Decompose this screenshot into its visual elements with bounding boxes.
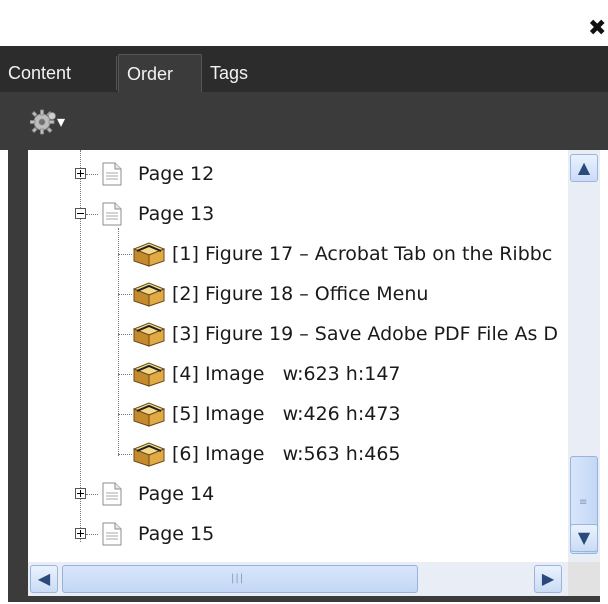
vertical-scrollbar[interactable]: ▲ ≡ ▼ <box>568 150 600 562</box>
tree-item-page[interactable]: Page 13 <box>138 194 214 234</box>
tree-connector <box>118 334 132 335</box>
tree-connector <box>86 214 98 215</box>
expand-toggle[interactable] <box>75 528 86 539</box>
chevron-down-icon: ▼ <box>577 528 591 547</box>
tab-bar: Content Order Tags <box>0 46 608 92</box>
tree-connector <box>118 294 132 295</box>
scroll-down-button[interactable]: ▼ <box>570 524 598 552</box>
tree-connector <box>118 414 132 415</box>
tree-item-page[interactable]: Page 14 <box>138 474 214 514</box>
scroll-left-button[interactable]: ◀ <box>30 565 58 593</box>
expand-toggle[interactable] <box>75 168 86 179</box>
panel-toolbar <box>0 92 608 150</box>
chevron-up-icon: ▲ <box>577 158 591 177</box>
scroll-up-button[interactable]: ▲ <box>570 154 598 182</box>
tree-item-page[interactable]: Page 15 <box>138 514 214 554</box>
order-panel: ✖ Content Order Tags ▾ Page 12 Page 13 [… <box>0 0 608 604</box>
scroll-right-button[interactable]: ▶ <box>534 565 562 593</box>
tree-item-element[interactable]: [4] Image w:623 h:147 <box>172 354 401 394</box>
tree-connector <box>118 228 119 456</box>
grip-icon: ≡ <box>579 497 589 508</box>
options-button[interactable]: ▾ <box>29 108 66 138</box>
horizontal-scrollbar[interactable]: ◀ ||| ▶ <box>28 562 568 596</box>
tree-connector <box>86 494 98 495</box>
scrollbar-corner <box>568 562 600 596</box>
horizontal-scroll-thumb[interactable]: ||| <box>62 565 418 593</box>
tree-item-element[interactable]: [6] Image w:563 h:465 <box>172 434 401 474</box>
tree-connector <box>86 534 98 535</box>
page-icon <box>102 482 122 506</box>
collapse-toggle[interactable] <box>75 208 86 219</box>
expand-toggle[interactable] <box>75 488 86 499</box>
tree-connector <box>118 454 132 455</box>
container-box-icon <box>132 282 166 307</box>
tree-item-element[interactable]: [3] Figure 19 – Save Adobe PDF File As D <box>172 314 558 354</box>
container-box-icon <box>132 322 166 347</box>
chevron-down-icon: ▾ <box>57 112 66 131</box>
tree-connector <box>86 174 98 175</box>
tree-item-page[interactable]: Page 12 <box>138 154 214 194</box>
page-icon <box>102 202 122 226</box>
tree-connector <box>118 374 132 375</box>
chevron-left-icon: ◀ <box>37 569 51 588</box>
container-box-icon <box>132 442 166 467</box>
page-icon <box>102 162 122 186</box>
container-box-icon <box>132 362 166 387</box>
tree-item-element[interactable]: [1] Figure 17 – Acrobat Tab on the Ribbc <box>172 234 552 274</box>
tab-content[interactable]: Content <box>8 54 71 92</box>
tab-divider <box>116 56 117 90</box>
tab-tags[interactable]: Tags <box>210 54 248 92</box>
tree-item-element[interactable]: [5] Image w:426 h:473 <box>172 394 401 434</box>
container-box-icon <box>132 402 166 427</box>
tree-connector <box>118 254 132 255</box>
grip-icon: ||| <box>231 573 245 584</box>
order-tree: Page 12 Page 13 [1] Figure 17 – Acrobat … <box>28 150 568 562</box>
close-icon[interactable]: ✖ <box>588 14 606 44</box>
container-box-icon <box>132 242 166 267</box>
page-icon <box>102 522 122 546</box>
tab-order[interactable]: Order <box>118 54 202 92</box>
tree-item-element[interactable]: [2] Figure 18 – Office Menu <box>172 274 428 314</box>
chevron-right-icon: ▶ <box>541 569 555 588</box>
